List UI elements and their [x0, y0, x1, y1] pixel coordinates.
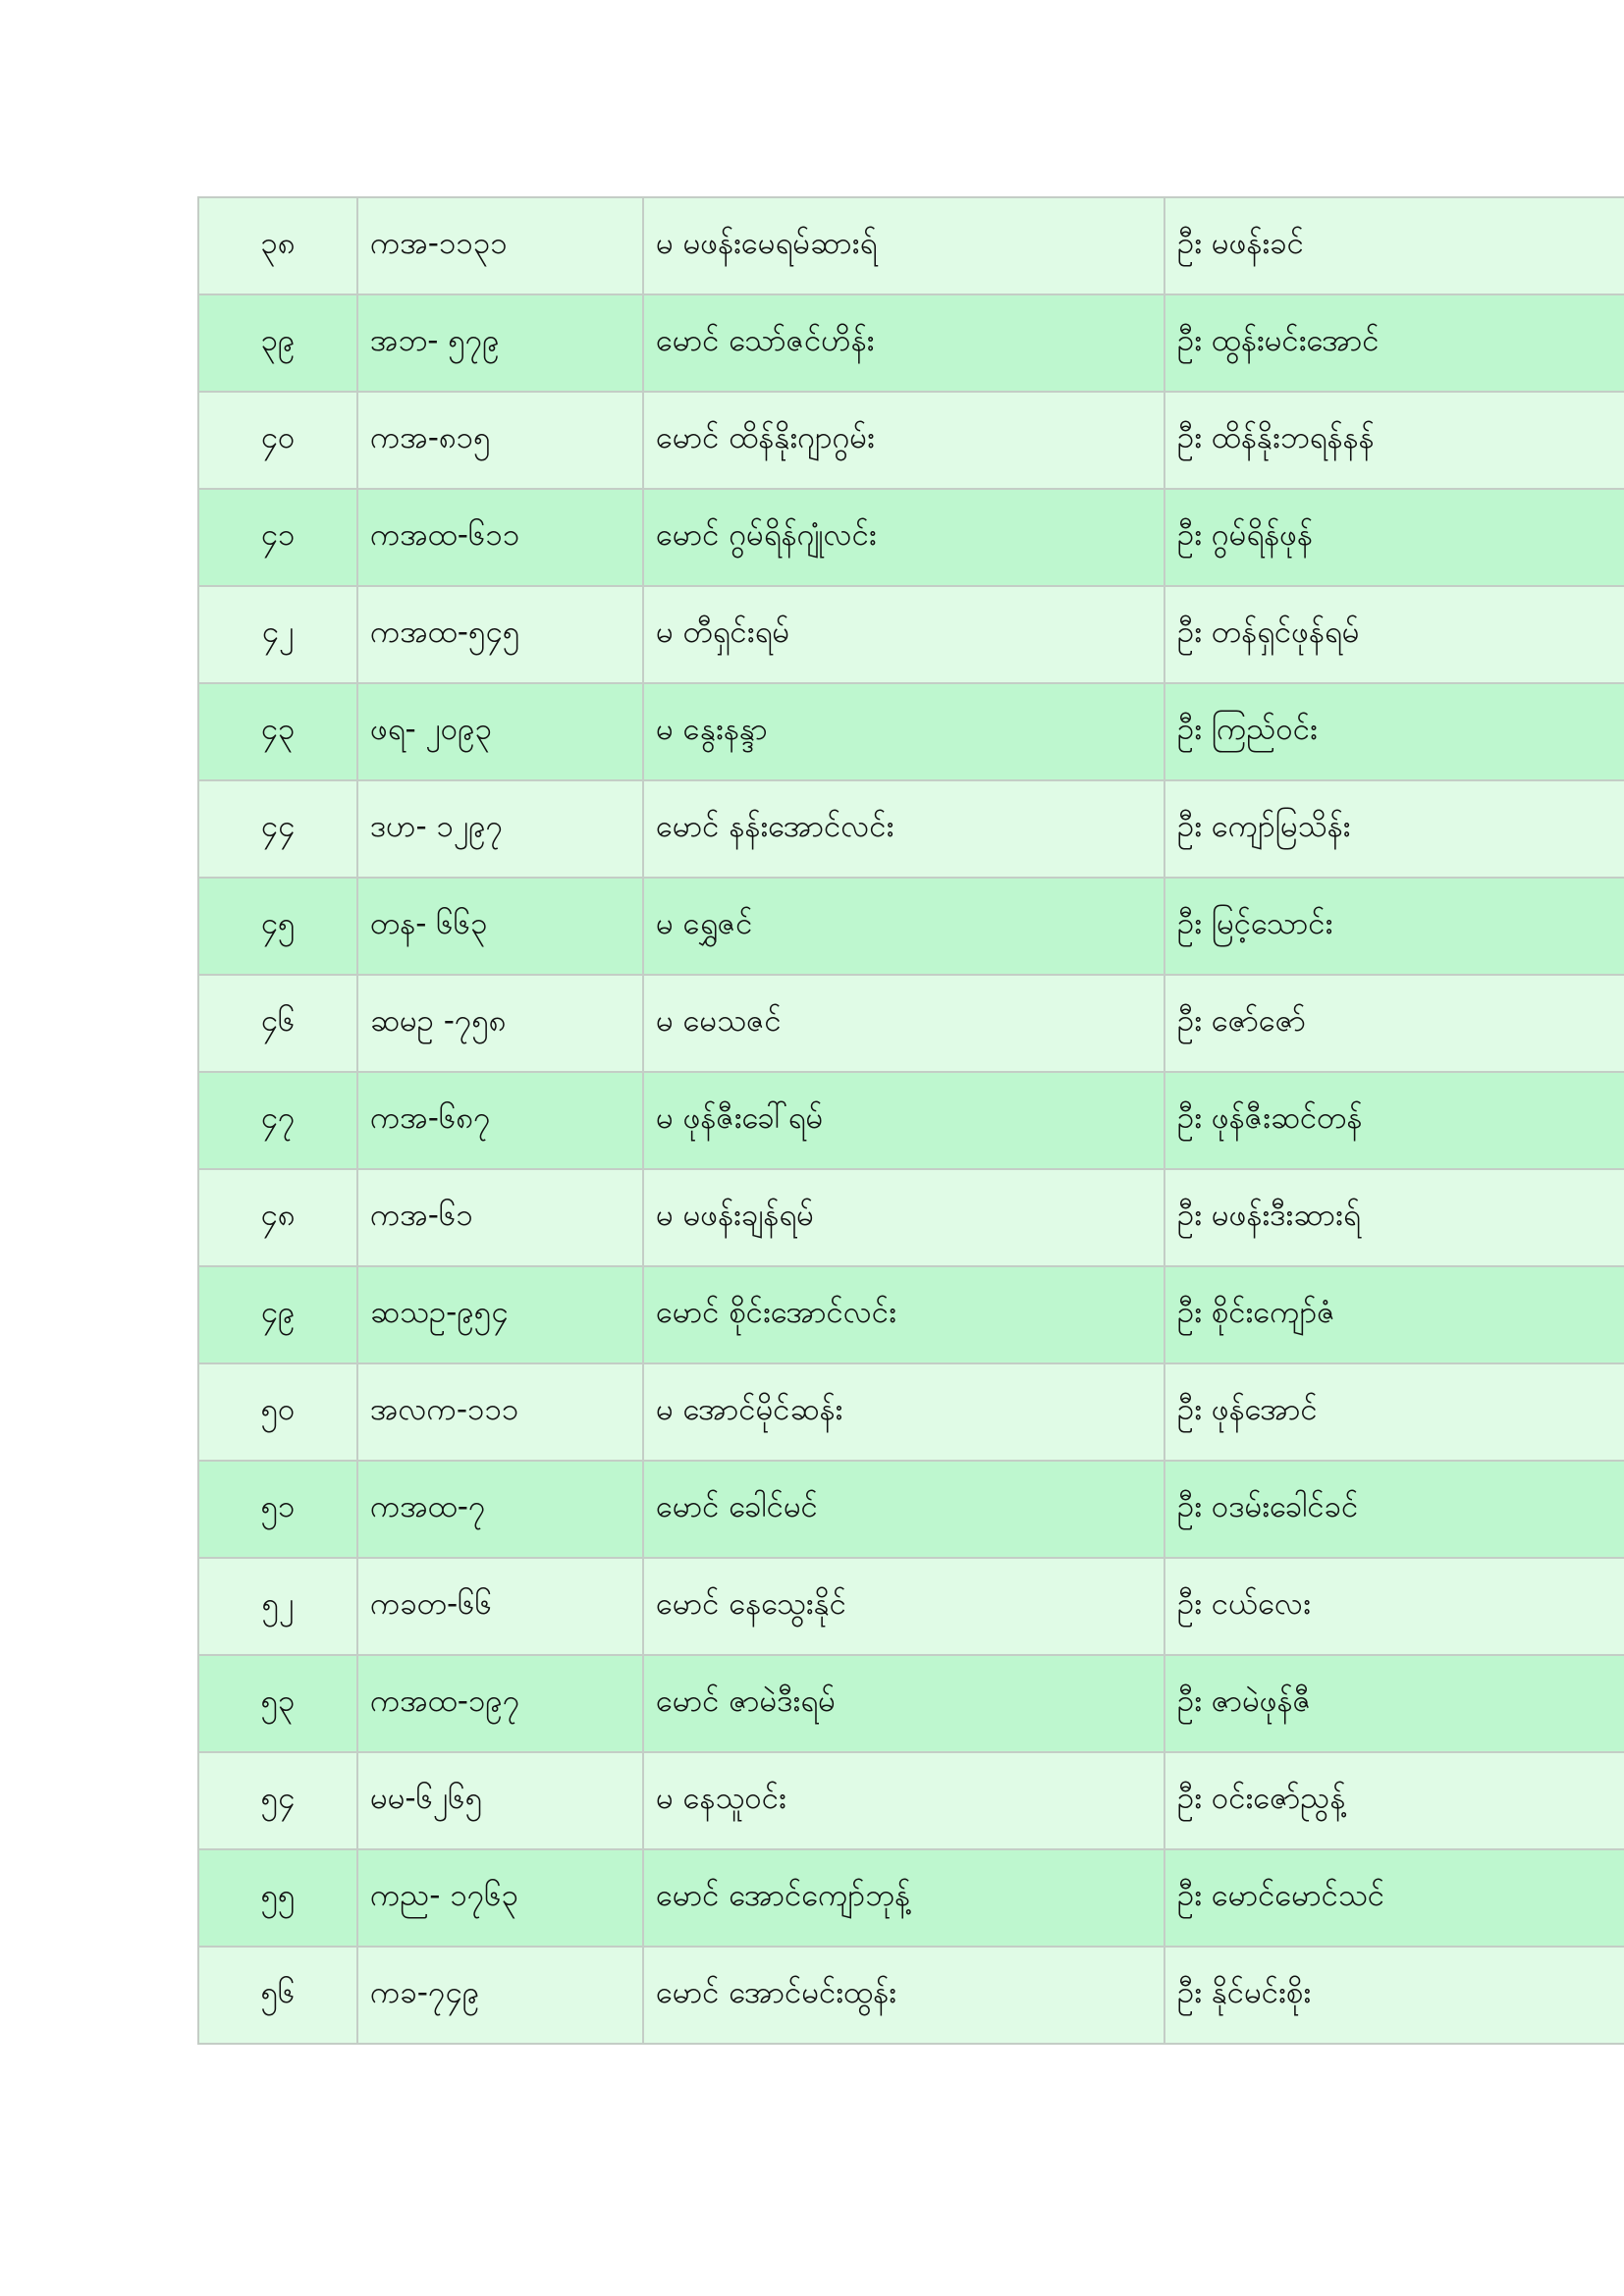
student-name-cell: မောင် ထိန်နိုးဂျာဂွမ်း	[642, 391, 1165, 490]
student-name-cell: မ တီရှင်းရမ်	[642, 585, 1165, 684]
student-name-cell: မောင် နေသွေးနိုင်	[642, 1557, 1165, 1656]
id-code-cell: ကည- ၁၇၆၃	[356, 1848, 644, 1948]
table-row: ၄၉ ဆသဥ-၉၅၄ မောင် စိုင်းအောင်လင်း ဦး စိုင်းက…	[197, 1265, 1624, 1364]
student-name-cell: မ အောင်မိုင်ဆန်း	[642, 1362, 1165, 1462]
parent-name-cell: ဦး ထွန်းမင်းအောင်	[1164, 294, 1624, 393]
row-number-cell: ၄၀	[197, 391, 358, 490]
row-number-cell: ၄၈	[197, 1168, 358, 1267]
student-name-cell: မောင် အောင်ကျော်ဘုန့်	[642, 1848, 1165, 1948]
id-code-cell: ကအ-၆၁	[356, 1168, 644, 1267]
student-name-cell: မောင် သော်ဇင်ဟိန်း	[642, 294, 1165, 393]
table-row: ၅၆ ကခ-၇၄၉ မောင် အောင်မင်းထွန်း ဦး နိုင်မင်း…	[197, 1946, 1624, 2045]
parent-name-cell: ဦး မဖန်းခင်	[1164, 196, 1624, 295]
table-row: ၄၇ ကအ-၆၈၇မ ဖုန်ဇီးခေါ်ရမ် ဦး ဖုန်ဇီးဆင်တန်	[197, 1071, 1624, 1170]
row-number-cell: ၅၀	[197, 1362, 358, 1462]
row-number-cell: ၄၇	[197, 1071, 358, 1170]
id-code-cell: ကအထ-၆၁၁	[356, 488, 644, 587]
row-number-cell: ၅၂	[197, 1557, 358, 1656]
id-code-cell: ဆမဥ -၇၅၈	[356, 974, 644, 1073]
student-name-cell: မ ဖုန်ဇီးခေါ်ရမ်	[642, 1071, 1165, 1170]
id-code-cell: ကခ-၇၄၉	[356, 1946, 644, 2045]
parent-name-cell: ဦး ဝဒမ်းခေါင်ခင်	[1164, 1460, 1624, 1559]
id-code-cell: အဘ- ၅၇၉	[356, 294, 644, 393]
student-name-cell: မ နွေးနန္ဒာ	[642, 682, 1165, 781]
student-name-cell: မောင် ဂွမ်ရိန်ဂျုံလင်း	[642, 488, 1165, 587]
row-number-cell: ၄၂	[197, 585, 358, 684]
student-name-cell: မ မဖန်းချန်ရမ်	[642, 1168, 1165, 1267]
id-code-cell: ဆသဥ-၉၅၄	[356, 1265, 644, 1364]
record-table-container: ၃၈ ကအ-၁၁၃၁မ မဖန်းမေရမ်ဆားရ် ဦး မဖန်းခင် ၃၉အ…	[197, 196, 1624, 2045]
student-name-cell: မောင် နန်းအောင်လင်း	[642, 779, 1165, 879]
id-code-cell: တန- ၆၆၃	[356, 877, 644, 976]
id-code-cell: ကအ-၈၁၅	[356, 391, 644, 490]
table-row: ၅၁ ကအထ-၇ မောင် ခေါင်မင် ဦး ဝဒမ်းခေါင်ခင်	[197, 1460, 1624, 1559]
parent-name-cell: ဦး ဝင်းဇော်ညွန့်	[1164, 1751, 1624, 1850]
student-name-cell: မောင် ခေါင်မင်	[642, 1460, 1165, 1559]
row-number-cell: ၅၅	[197, 1848, 358, 1948]
table-row: ၃၈ ကအ-၁၁၃၁မ မဖန်းမေရမ်ဆားရ် ဦး မဖန်းခင်	[197, 196, 1624, 295]
parent-name-cell: ဦး ငယ်လေး	[1164, 1557, 1624, 1656]
id-code-cell: ဖရ- ၂၀၉၃	[356, 682, 644, 781]
id-code-cell: ကအထ-၇	[356, 1460, 644, 1559]
row-number-cell: ၄၁	[197, 488, 358, 587]
row-number-cell: ၄၄	[197, 779, 358, 879]
parent-name-cell: ဦး တန်ရှင်ဖုန်ရမ်	[1164, 585, 1624, 684]
parent-name-cell: ဦး ကျော်မြသိန်း	[1164, 779, 1624, 879]
record-table-body: ၃၈ ကအ-၁၁၃၁မ မဖန်းမေရမ်ဆားရ် ဦး မဖန်းခင် ၃၉အ…	[197, 196, 1624, 2045]
table-row: ၄၀ ကအ-၈၁၅ မောင် ထိန်နိုးဂျာဂွမ်း ဦး ထိန်နို…	[197, 391, 1624, 490]
student-name-cell: မ မဖန်းမေရမ်ဆားရ်	[642, 196, 1165, 295]
student-name-cell: မ မေသဇင်	[642, 974, 1165, 1073]
table-row: ၅၄ မမ-၆၂၆၅မ နေသူဝင်း ဦး ဝင်းဇော်ညွန့်	[197, 1751, 1624, 1850]
row-number-cell: ၄၉	[197, 1265, 358, 1364]
parent-name-cell: ဦး ဖုန်ဇီးဆင်တန်	[1164, 1071, 1624, 1170]
table-row: ၅၂ ကခတ-၆၆ မောင် နေသွေးနိုင် ဦး ငယ်လေး	[197, 1557, 1624, 1656]
parent-name-cell: ဦး ကြည်ဝင်း	[1164, 682, 1624, 781]
row-number-cell: ၅၄	[197, 1751, 358, 1850]
student-name-cell: မ ရွှေဇင်	[642, 877, 1165, 976]
table-row: ၄၈ ကအ-၆၁မ မဖန်းချန်ရမ် ဦး မဖန်းဒီးဆားရ်	[197, 1168, 1624, 1267]
table-row: ၄၄ ဒဟ- ၁၂၉၇ မောင် နန်းအောင်လင်း ဦး ကျော်မြသ…	[197, 779, 1624, 879]
table-row: ၄၃ ဖရ- ၂၀၉၃မ နွေးနန္ဒာ ဦး ကြည်ဝင်း	[197, 682, 1624, 781]
id-code-cell: မမ-၆၂၆၅	[356, 1751, 644, 1850]
student-name-cell: မ နေသူဝင်း	[642, 1751, 1165, 1850]
table-row: ၃၉ အဘ- ၅၇၉ မောင် သော်ဇင်ဟိန်း ဦး ထွန်းမင်းအ…	[197, 294, 1624, 393]
id-code-cell: ကခတ-၆၆	[356, 1557, 644, 1656]
row-number-cell: ၃၈	[197, 196, 358, 295]
parent-name-cell: ဦး နိုင်မင်းစိုး	[1164, 1946, 1624, 2045]
parent-name-cell: ဦး ထိန်နိုးဘရန်နန်	[1164, 391, 1624, 490]
row-number-cell: ၅၆	[197, 1946, 358, 2045]
row-number-cell: ၄၅	[197, 877, 358, 976]
parent-name-cell: ဦး မြင့်သောင်း	[1164, 877, 1624, 976]
table-row: ၄၁ ကအထ-၆၁၁ မောင် ဂွမ်ရိန်ဂျုံလင်း ဦး ဂွမ်ရိ…	[197, 488, 1624, 587]
id-code-cell: ကအထ-၁၉၇	[356, 1654, 644, 1753]
row-number-cell: ၄၆	[197, 974, 358, 1073]
id-code-cell: ကအထ-၅၄၅	[356, 585, 644, 684]
id-code-cell: ကအ-၁၁၃၁	[356, 196, 644, 295]
parent-name-cell: ဦး မဖန်းဒီးဆားရ်	[1164, 1168, 1624, 1267]
student-name-cell: မောင် စိုင်းအောင်လင်း	[642, 1265, 1165, 1364]
parent-name-cell: ဦး ဂွမ်ရိန်ဖုန်	[1164, 488, 1624, 587]
student-name-cell: မောင် ဇာမဲဒီးရမ်	[642, 1654, 1165, 1753]
parent-name-cell: ဦး ဇာမဲဖုန်ဇီ	[1164, 1654, 1624, 1753]
student-name-cell: မောင် အောင်မင်းထွန်း	[642, 1946, 1165, 2045]
parent-name-cell: ဦး စိုင်းကျော်ဇံ	[1164, 1265, 1624, 1364]
parent-name-cell: ဦး ဖုန်အောင်	[1164, 1362, 1624, 1462]
id-code-cell: ဒဟ- ၁၂၉၇	[356, 779, 644, 879]
id-code-cell: ကအ-၆၈၇	[356, 1071, 644, 1170]
record-table: ၃၈ ကအ-၁၁၃၁မ မဖန်းမေရမ်ဆားရ် ဦး မဖန်းခင် ၃၉အ…	[197, 196, 1624, 2045]
table-row: ၅၃ ကအထ-၁၉၇ မောင် ဇာမဲဒီးရမ် ဦး ဇာမဲဖုန်ဇီ	[197, 1654, 1624, 1753]
row-number-cell: ၄၃	[197, 682, 358, 781]
table-row: ၄၂ ကအထ-၅၄၅မ တီရှင်းရမ် ဦး တန်ရှင်ဖုန်ရမ်	[197, 585, 1624, 684]
parent-name-cell: ဦး ဇော်ဇော်	[1164, 974, 1624, 1073]
table-row: ၅၅ ကည- ၁၇၆၃ မောင် အောင်ကျော်ဘုန့် ဦး မောင်မ…	[197, 1848, 1624, 1948]
row-number-cell: ၅၃	[197, 1654, 358, 1753]
id-code-cell: အလက-၁၁၁	[356, 1362, 644, 1462]
table-row: ၄၅ တန- ၆၆၃မ ရွှေဇင် ဦး မြင့်သောင်း	[197, 877, 1624, 976]
row-number-cell: ၃၉	[197, 294, 358, 393]
table-row: ၅၀ အလက-၁၁၁မ အောင်မိုင်ဆန်း ဦး ဖုန်အောင်	[197, 1362, 1624, 1462]
row-number-cell: ၅၁	[197, 1460, 358, 1559]
parent-name-cell: ဦး မောင်မောင်သင်	[1164, 1848, 1624, 1948]
table-row: ၄၆ ဆမဥ -၇၅၈မ မေသဇင် ဦး ဇော်ဇော်	[197, 974, 1624, 1073]
